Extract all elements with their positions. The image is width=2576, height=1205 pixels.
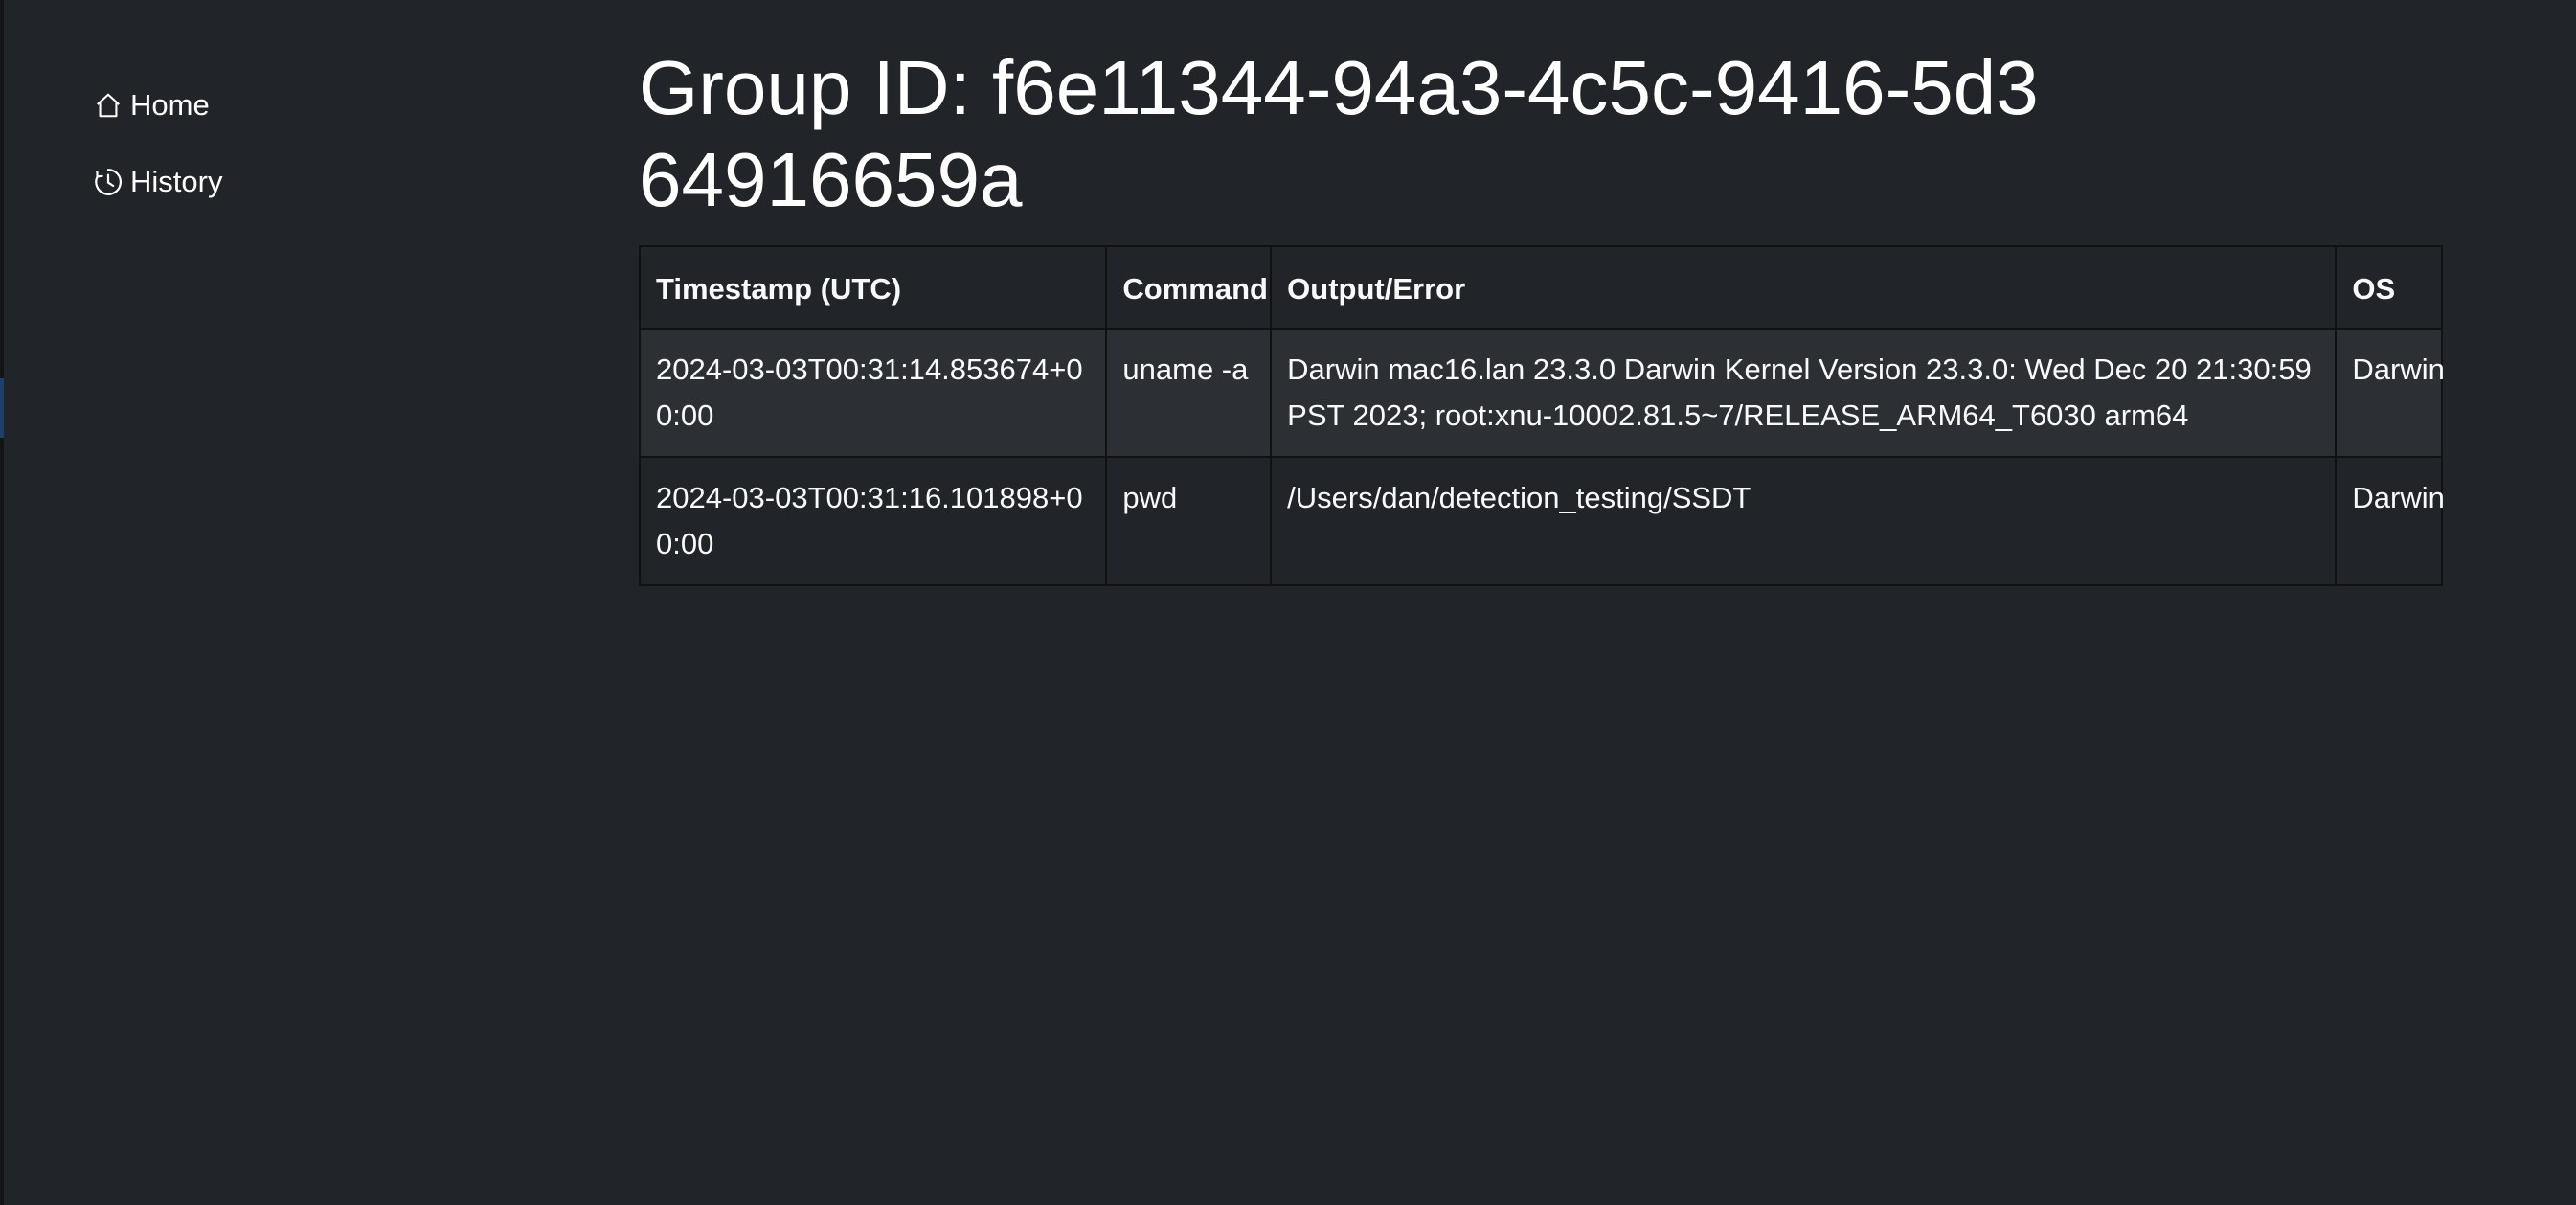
- main-content: Group ID: f6e11344-94a3-4c5c-9416-5d3649…: [638, 42, 2445, 586]
- history-table: Timestamp (UTC) Command Output/Error OS …: [638, 245, 2445, 586]
- os-cell: Darwin: [2335, 456, 2445, 586]
- command-cell: uname -a: [1105, 328, 1273, 458]
- home-icon: [92, 89, 124, 122]
- column-header-os: OS: [2335, 245, 2443, 330]
- table-row: 2024-03-03T00:31:16.101898+00:00 pwd /Us…: [638, 456, 2445, 586]
- output-cell: Darwin mac16.lan 23.3.0 Darwin Kernel Ve…: [1270, 328, 2338, 458]
- page-title: Group ID: f6e11344-94a3-4c5c-9416-5d3649…: [639, 45, 2039, 222]
- sidebar: Home History: [92, 82, 475, 236]
- table-row: 2024-03-03T00:31:14.853674+00:00 uname -…: [638, 328, 2445, 458]
- command-cell: pwd: [1105, 456, 1273, 586]
- timestamp-cell: 2024-03-03T00:31:16.101898+00:00: [638, 456, 1108, 586]
- window-edge-accent: [0, 378, 4, 438]
- os-cell: Darwin: [2335, 328, 2445, 458]
- column-header-timestamp: Timestamp (UTC): [638, 245, 1108, 330]
- output-cell: /Users/dan/detection_testing/SSDT: [1270, 456, 2338, 586]
- table-header-row: Timestamp (UTC) Command Output/Error OS: [638, 245, 2443, 330]
- sidebar-item-history[interactable]: History: [92, 159, 475, 205]
- sidebar-item-label: History: [130, 165, 223, 198]
- history-icon: [92, 166, 124, 198]
- sidebar-item-label: Home: [130, 88, 210, 122]
- column-header-output: Output/Error: [1270, 245, 2338, 330]
- timestamp-cell: 2024-03-03T00:31:14.853674+00:00: [638, 328, 1108, 458]
- sidebar-item-home[interactable]: Home: [92, 82, 475, 128]
- column-header-command: Command: [1105, 245, 1273, 330]
- window-left-edge: [0, 0, 4, 1205]
